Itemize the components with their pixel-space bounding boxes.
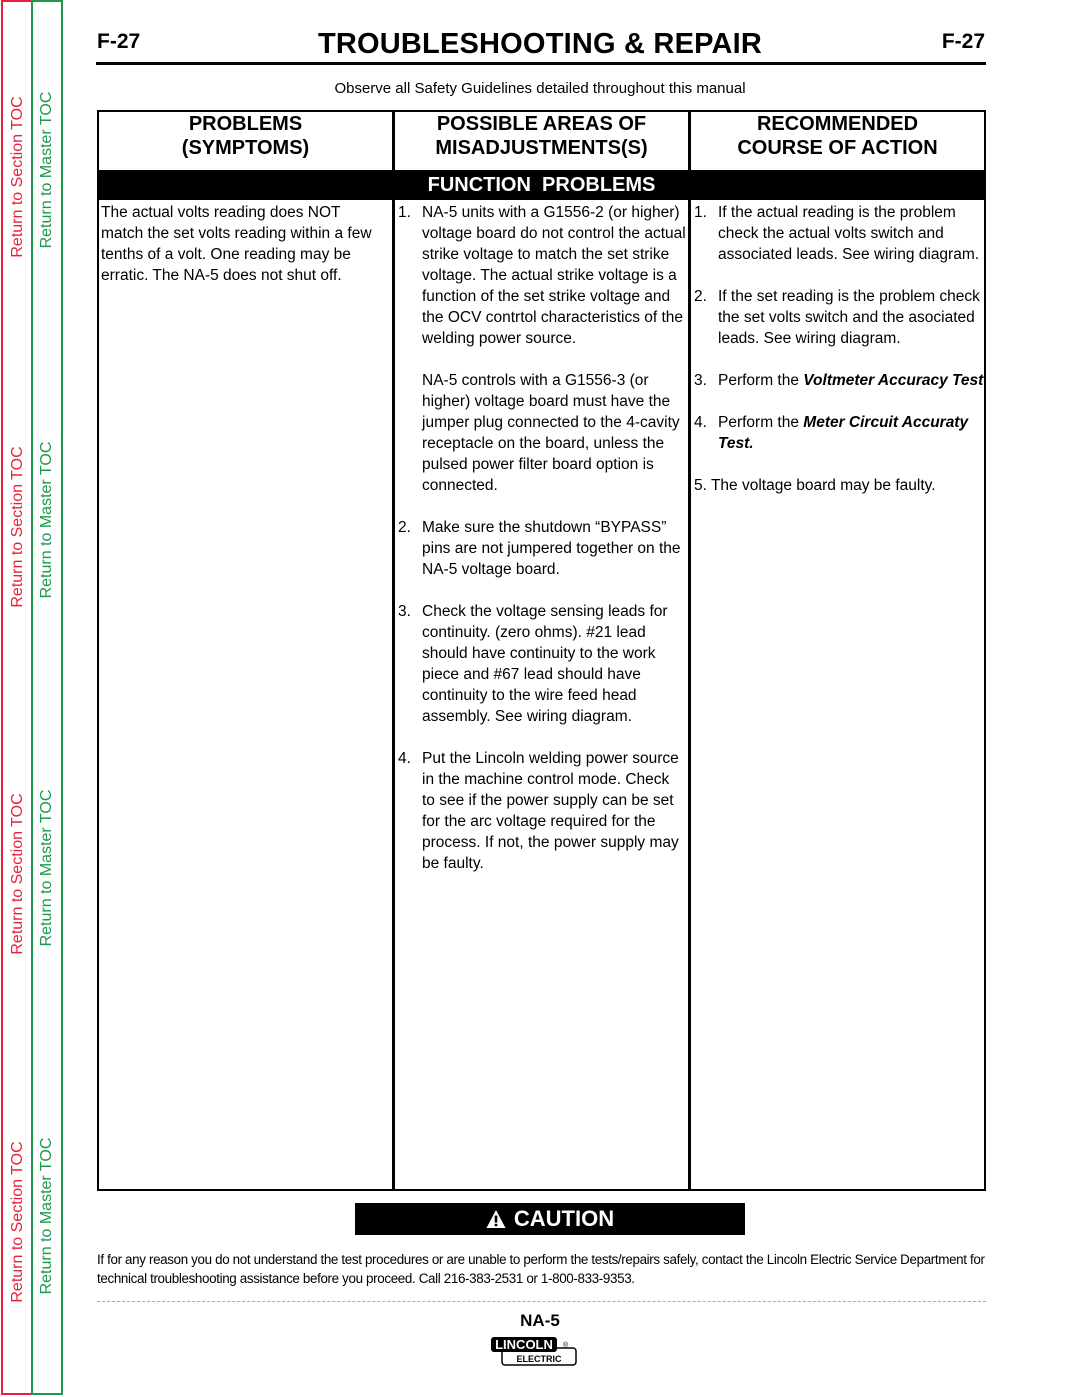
item-text: If the actual reading is the problem che… — [718, 204, 980, 263]
caution-label: CAUTION — [513, 1206, 615, 1231]
column-header-line: MISADJUSTMENTS(S) — [435, 137, 648, 159]
item-text: Put the Lincoln welding power source in … — [422, 750, 679, 872]
return-to-master-toc-link[interactable]: Return to Master TOC — [38, 790, 56, 947]
footer-divider — [97, 1301, 986, 1302]
action-item: 3. Perform the Voltmeter Accuracy Test — [694, 370, 984, 391]
item-number: 1. — [398, 204, 411, 221]
return-to-section-toc-link[interactable]: Return to Section TOC — [9, 1141, 27, 1302]
column-header-problems: PROBLEMS (SYMPTOMS) — [99, 112, 392, 170]
item-number: 5. — [694, 477, 707, 494]
return-to-section-toc-link[interactable]: Return to Section TOC — [9, 446, 27, 607]
item-text: If the set reading is the problem check … — [718, 288, 980, 347]
title-underline — [96, 62, 986, 65]
item-number: 1. — [694, 204, 707, 221]
column-header-line: RECOMMENDED — [756, 113, 919, 135]
item-text: Perform the Voltmeter Accuracy Test — [718, 370, 984, 391]
section-band-label: FUNCTION PROBLEMS — [427, 174, 656, 196]
item-number: 3. — [694, 372, 707, 389]
column-header-line: POSSIBLE AREAS OF — [436, 113, 647, 135]
column-header-line: PROBLEMS — [188, 113, 303, 135]
column-header-misadjustments: POSSIBLE AREAS OF MISADJUSTMENTS(S) — [395, 112, 688, 170]
misadjustments-cell: 1. NA-5 units with a G1556-2 (or higher)… — [398, 202, 686, 895]
logo-registered-mark: ® — [563, 1341, 569, 1349]
lincoln-electric-logo: LINCOLN ELECTRIC ® — [491, 1337, 577, 1366]
section-toc-strip: Return to Section TOC Return to Section … — [1, 0, 32, 1395]
return-to-master-toc-link[interactable]: Return to Master TOC — [38, 92, 56, 249]
misadjustment-item: 2. Make sure the shutdown “BYPASS” pins … — [398, 517, 686, 580]
logo-electric-text: ELECTRIC — [517, 1354, 563, 1364]
warning-triangle-icon — [486, 1210, 506, 1228]
item-text: NA-5 units with a G1556-2 (or higher) vo… — [422, 204, 686, 347]
symptom-cell: The actual volts reading does NOT match … — [101, 202, 386, 286]
voltmeter-accuracy-test-reference[interactable]: Voltmeter Accuracy Test — [803, 372, 983, 389]
item-number: 4. — [398, 750, 411, 767]
action-item: 1. If the actual reading is the problem … — [694, 202, 984, 265]
misadjustment-item: 3. Check the voltage sensing leads for c… — [398, 601, 686, 727]
item-text: The voltage board may be faulty. — [710, 477, 936, 494]
item-number: 2. — [398, 519, 411, 536]
item-number: 2. — [694, 288, 707, 305]
symptom-text: The actual volts reading does NOT match … — [101, 204, 372, 284]
item-text: Make sure the shutdown “BYPASS” pins are… — [422, 519, 681, 578]
action-item: 2. If the set reading is the problem che… — [694, 286, 984, 349]
caution-message: If for any reason you do not understand … — [97, 1252, 985, 1286]
misadjustment-note: NA-5 controls with a G1556-3 (or higher)… — [422, 372, 680, 494]
misadjustment-item: 4. Put the Lincoln welding power source … — [398, 748, 686, 874]
action-prefix: Perform the — [718, 414, 804, 431]
model-name: NA-5 — [520, 1311, 560, 1330]
item-text: Check the voltage sensing leads for cont… — [422, 603, 668, 725]
return-to-section-toc-link[interactable]: Return to Section TOC — [9, 96, 27, 257]
logo-lincoln-text: LINCOLN — [495, 1337, 553, 1352]
column-header-line: (SYMPTOMS) — [181, 137, 310, 159]
item-text: Perform the Meter Circuit Accuraty Test. — [718, 412, 984, 454]
column-header-line: COURSE OF ACTION — [737, 137, 938, 159]
page-number-right: F-27 — [941, 30, 985, 53]
page-title: TROUBLESHOOTING & REPAIR — [317, 28, 763, 60]
action-item: 5. The voltage board may be faulty. — [694, 475, 984, 496]
action-prefix: Perform the — [718, 372, 804, 389]
caution-banner: CAUTION — [355, 1203, 745, 1235]
item-number: 4. — [694, 414, 707, 431]
misadjustment-item: 1. NA-5 units with a G1556-2 (or higher)… — [398, 202, 686, 349]
actions-cell: 1. If the actual reading is the problem … — [694, 202, 984, 517]
troubleshooting-table: PROBLEMS (SYMPTOMS) POSSIBLE AREAS OF MI… — [97, 110, 986, 1191]
action-item: 4. Perform the Meter Circuit Accuraty Te… — [694, 412, 984, 454]
master-toc-strip: Return to Master TOC Return to Master TO… — [31, 0, 63, 1395]
return-to-master-toc-link[interactable]: Return to Master TOC — [38, 1138, 56, 1295]
column-divider — [392, 112, 395, 1189]
return-to-master-toc-link[interactable]: Return to Master TOC — [38, 442, 56, 599]
return-to-section-toc-link[interactable]: Return to Section TOC — [9, 793, 27, 954]
column-header-course-of-action: RECOMMENDED COURSE OF ACTION — [691, 112, 984, 170]
item-number: 3. — [398, 603, 411, 620]
safety-note: Observe all Safety Guidelines detailed t… — [334, 80, 746, 97]
column-divider — [688, 112, 691, 1189]
